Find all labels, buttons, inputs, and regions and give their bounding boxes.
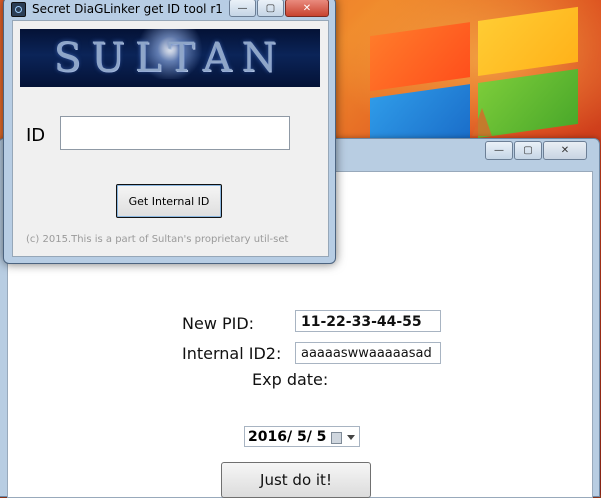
id-label: ID [26, 125, 46, 146]
minimize-button[interactable]: — [229, 0, 256, 17]
sultan-banner: SULTAN [20, 29, 320, 87]
tool-window-title: Secret DiaGLinker get ID tool r1 [32, 2, 223, 16]
app-icon [11, 2, 26, 17]
just-do-it-button[interactable]: Just do it! [221, 462, 371, 498]
maximize-button[interactable]: ▢ [257, 0, 284, 17]
tool-window-client: SULTAN ID Get Internal ID (c) 2015.This … [12, 20, 329, 257]
minimize-button[interactable]: — [485, 141, 513, 160]
maximize-button[interactable]: ▢ [514, 141, 542, 160]
tool-window-controls: — ▢ ✕ [229, 0, 329, 17]
exp-date-label: Exp date: [252, 370, 329, 389]
id-input[interactable] [60, 116, 290, 150]
calendar-icon[interactable] [331, 432, 342, 444]
copyright-note: (c) 2015.This is a part of Sultan's prop… [26, 234, 289, 245]
exp-date-value: 2016/ 5/ 5 [248, 429, 327, 445]
chevron-down-icon[interactable] [347, 435, 355, 440]
exp-date-picker[interactable]: 2016/ 5/ 5 [244, 426, 360, 447]
close-button[interactable]: ✕ [285, 0, 329, 17]
get-internal-id-button[interactable]: Get Internal ID [116, 184, 222, 218]
main-window-controls: — ▢ ✕ [485, 141, 587, 160]
internal-id2-label: Internal ID2: [182, 344, 282, 363]
tool-window-titlebar[interactable]: Secret DiaGLinker get ID tool r1 — ▢ ✕ [4, 0, 335, 20]
new-pid-field[interactable]: 11-22-33-44-55 [295, 310, 441, 332]
new-pid-label: New PID: [182, 314, 255, 333]
close-button[interactable]: ✕ [543, 141, 587, 160]
desktop-tree-shape [472, 108, 492, 136]
internal-id2-field[interactable]: aaaaaswwaaaaasad [295, 342, 441, 364]
tool-window: Secret DiaGLinker get ID tool r1 — ▢ ✕ S… [3, 0, 336, 264]
banner-logo-text: SULTAN [53, 35, 287, 81]
